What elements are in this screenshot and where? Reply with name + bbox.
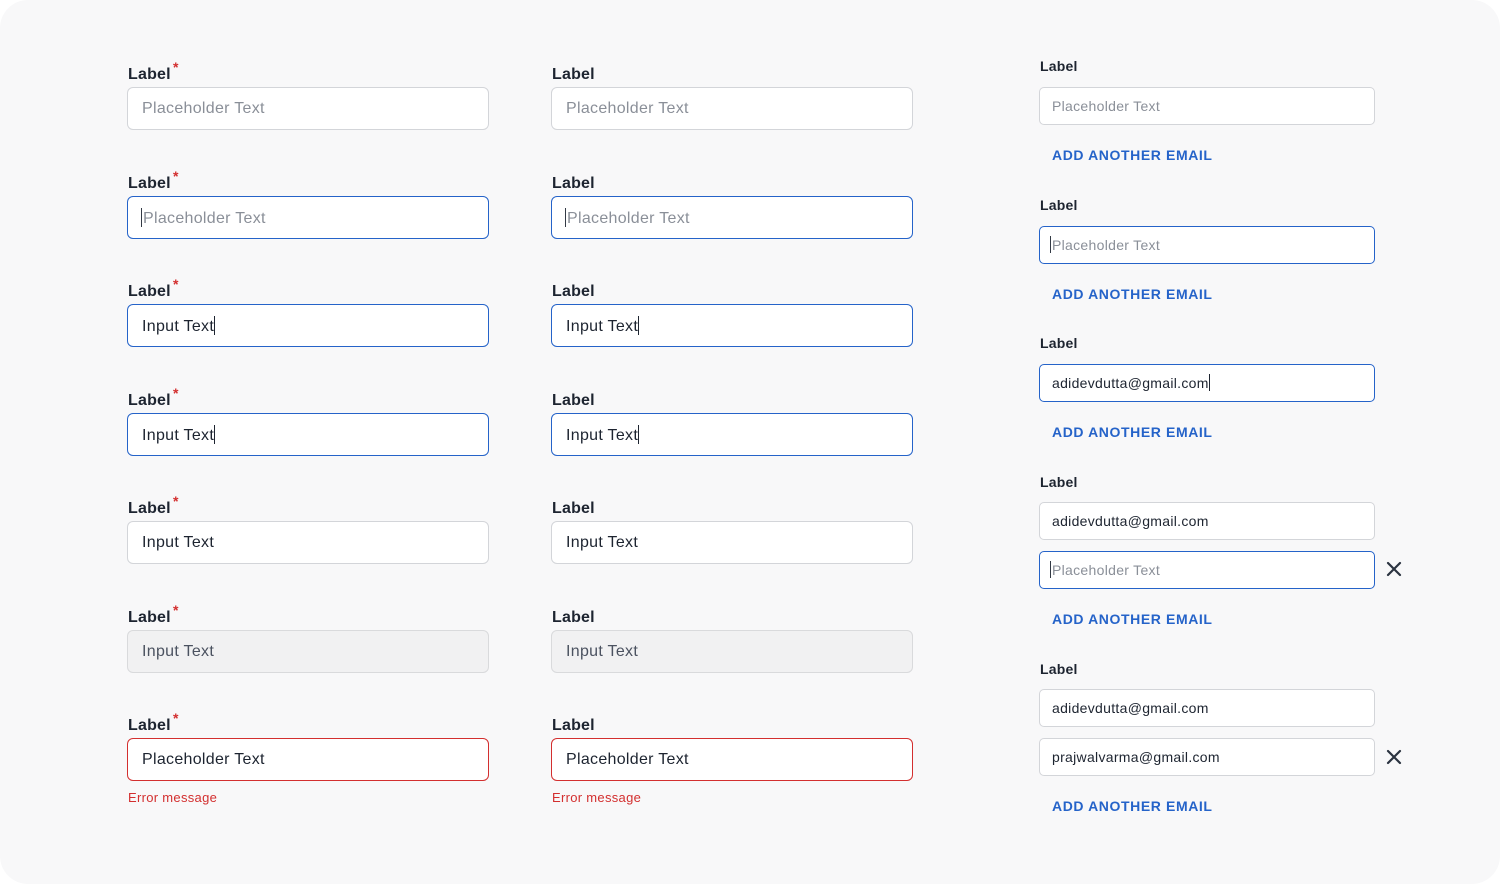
text-input[interactable]: Input Text <box>551 304 913 347</box>
input-content: Placeholder Text <box>565 208 690 229</box>
email-input[interactable]: adidevdutta@gmail.com <box>1039 364 1375 402</box>
email-input[interactable]: Placeholder Text <box>1039 87 1375 125</box>
text-input-disabled: Input Text <box>551 630 913 673</box>
input-content: Input Text <box>566 425 640 446</box>
input-content: Placeholder Text <box>141 208 266 229</box>
input-value: adidevdutta@gmail.com <box>1052 513 1209 529</box>
input-content: adidevdutta@gmail.com <box>1052 374 1210 392</box>
required-asterisk: * <box>173 710 179 726</box>
input-content: Placeholder Text <box>1050 561 1160 579</box>
email-input[interactable]: Placeholder Text <box>1039 226 1375 264</box>
text-input[interactable]: Input Text <box>551 521 913 564</box>
input-value: Input Text <box>142 534 215 551</box>
input-content: Placeholder Text <box>1050 236 1160 254</box>
input-value: adidevdutta@gmail.com <box>1052 375 1209 391</box>
text-input-disabled: Input Text <box>127 630 489 673</box>
email-label: Label <box>1040 197 1078 213</box>
text-input[interactable]: Input Text <box>551 413 913 456</box>
error-message: Error message <box>552 790 642 805</box>
input-value: prajwalvarma@gmail.com <box>1052 749 1220 765</box>
add-another-email-link[interactable]: ADD ANOTHER EMAIL <box>1052 611 1213 627</box>
email-input[interactable]: adidevdutta@gmail.com <box>1039 689 1375 727</box>
input-placeholder: Placeholder Text <box>567 210 690 227</box>
text-input[interactable]: Placeholder Text <box>551 196 913 239</box>
field-label: Label <box>552 66 595 83</box>
add-another-email-link[interactable]: ADD ANOTHER EMAIL <box>1052 147 1213 163</box>
text-caret <box>214 316 216 335</box>
email-input[interactable]: prajwalvarma@gmail.com <box>1039 738 1375 776</box>
input-placeholder: Placeholder Text <box>1052 562 1161 578</box>
input-placeholder: Placeholder Text <box>142 100 265 117</box>
field-label: Label <box>128 717 171 734</box>
field-label: Label <box>552 392 595 409</box>
add-another-email-link[interactable]: ADD ANOTHER EMAIL <box>1052 286 1213 302</box>
error-message: Error message <box>128 790 218 805</box>
text-input[interactable]: Input Text <box>127 304 489 347</box>
input-content: Input Text <box>566 316 640 337</box>
input-placeholder: Placeholder Text <box>143 210 266 227</box>
close-icon[interactable] <box>1385 560 1403 578</box>
field-label: Label <box>552 175 595 192</box>
required-asterisk: * <box>173 168 179 184</box>
email-label: Label <box>1040 661 1078 677</box>
input-value: Input Text <box>566 318 639 335</box>
email-label: Label <box>1040 58 1078 74</box>
text-input[interactable]: Placeholder Text <box>127 738 489 781</box>
input-content: Input Text <box>142 425 216 446</box>
input-value: adidevdutta@gmail.com <box>1052 700 1209 716</box>
selected-text: Input Text <box>566 427 639 444</box>
input-content: Input Text <box>142 316 216 337</box>
text-caret <box>638 316 640 335</box>
field-label: Label <box>128 609 171 626</box>
email-input[interactable]: adidevdutta@gmail.com <box>1039 502 1375 540</box>
input-value: Placeholder Text <box>566 751 689 768</box>
input-value: Placeholder Text <box>142 751 265 768</box>
canvas: Label * Placeholder Text Label * Placeho… <box>0 0 1500 884</box>
field-label: Label <box>128 175 171 192</box>
required-asterisk: * <box>173 385 179 401</box>
email-label: Label <box>1040 474 1078 490</box>
add-another-email-link[interactable]: ADD ANOTHER EMAIL <box>1052 798 1213 814</box>
field-label: Label <box>128 392 171 409</box>
field-label: Label <box>128 283 171 300</box>
field-label: Label <box>552 283 595 300</box>
text-input[interactable]: Placeholder Text <box>551 738 913 781</box>
field-label: Label <box>552 609 595 626</box>
text-caret <box>214 425 216 444</box>
field-label: Label <box>552 500 595 517</box>
required-asterisk: * <box>173 59 179 75</box>
input-value: Input Text <box>566 534 639 551</box>
field-label: Label <box>552 717 595 734</box>
input-placeholder: Placeholder Text <box>1052 98 1161 114</box>
email-input[interactable]: Placeholder Text <box>1039 551 1375 589</box>
text-input[interactable]: Input Text <box>127 521 489 564</box>
add-another-email-link[interactable]: ADD ANOTHER EMAIL <box>1052 424 1213 440</box>
input-placeholder: Placeholder Text <box>1052 237 1161 253</box>
text-caret <box>1050 561 1051 578</box>
required-asterisk: * <box>173 276 179 292</box>
close-icon[interactable] <box>1385 748 1403 766</box>
input-value: Input Text <box>142 643 215 660</box>
text-caret <box>141 208 142 227</box>
text-caret <box>638 425 640 444</box>
text-input[interactable]: Input Text <box>127 413 489 456</box>
text-input[interactable]: Placeholder Text <box>551 87 913 130</box>
field-label: Label <box>128 66 171 83</box>
text-caret <box>565 208 566 227</box>
field-label: Label <box>128 500 171 517</box>
email-label: Label <box>1040 335 1078 351</box>
text-input[interactable]: Placeholder Text <box>127 196 489 239</box>
input-value: Input Text <box>566 643 639 660</box>
required-asterisk: * <box>173 493 179 509</box>
selected-text: Input Text <box>142 427 215 444</box>
text-input[interactable]: Placeholder Text <box>127 87 489 130</box>
input-value: Input Text <box>142 318 215 335</box>
required-asterisk: * <box>173 602 179 618</box>
text-caret <box>1208 374 1210 391</box>
text-caret <box>1050 236 1051 253</box>
input-placeholder: Placeholder Text <box>566 100 689 117</box>
